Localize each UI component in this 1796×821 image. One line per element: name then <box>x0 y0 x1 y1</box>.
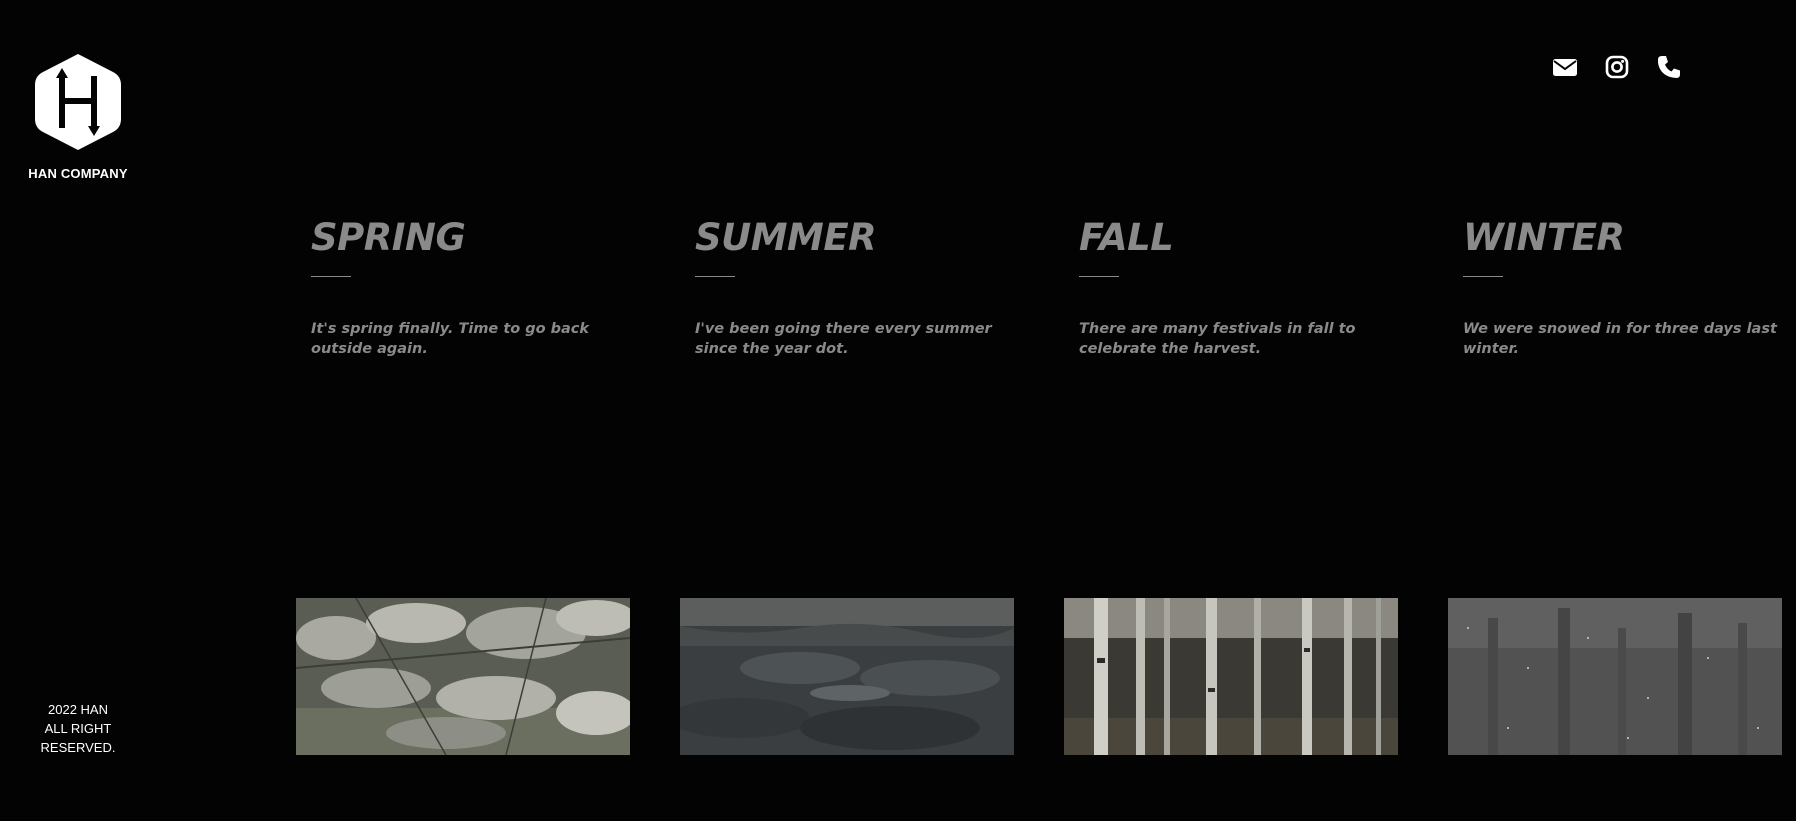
season-description: We were snowed in for three days last wi… <box>1463 321 1777 357</box>
season-divider <box>1079 276 1119 277</box>
winter-photo[interactable] <box>1448 598 1782 755</box>
season-spring: SPRING It's spring finally. Time to go b… <box>311 212 641 374</box>
phone-link[interactable] <box>1656 54 1682 80</box>
season-divider <box>311 276 351 277</box>
email-link[interactable] <box>1552 54 1578 80</box>
season-title: FALL <box>1079 216 1174 259</box>
season-winter: WINTER We were snowed in for three days … <box>1463 212 1793 374</box>
fall-photo[interactable] <box>1064 598 1398 755</box>
season-fall: FALL There are many festivals in fall to… <box>1079 212 1409 374</box>
spring-photo[interactable] <box>296 598 630 755</box>
spring-blossom-image <box>296 598 630 755</box>
phone-icon <box>1657 56 1680 78</box>
contact-icons <box>1552 54 1682 80</box>
season-description: There are many festivals in fall to cele… <box>1079 321 1356 357</box>
brand-name: HAN COMPANY <box>28 166 128 181</box>
summer-photo[interactable] <box>680 598 1014 755</box>
fall-forest-image <box>1064 598 1398 755</box>
season-description: It's spring finally. Time to go back out… <box>311 321 590 357</box>
brand-logo-icon <box>35 54 121 150</box>
copyright-line: RESERVED. <box>40 740 116 755</box>
season-divider <box>695 276 735 277</box>
summer-water-image <box>680 598 1014 755</box>
brand-logo-link[interactable]: HAN COMPANY <box>18 52 138 181</box>
instagram-link[interactable] <box>1604 54 1630 80</box>
page: HAN COMPANY 2022 HAN ALL RIGHT RESERVED. <box>0 0 1796 821</box>
season-title: WINTER <box>1463 216 1625 259</box>
envelope-icon <box>1553 59 1577 76</box>
copyright-text: 2022 HAN ALL RIGHT RESERVED. <box>18 700 138 757</box>
copyright-line: ALL RIGHT <box>44 721 112 736</box>
season-divider <box>1463 276 1503 277</box>
season-summer: SUMMER I've been going there every summe… <box>695 212 1025 374</box>
copyright-line: 2022 HAN <box>48 702 108 717</box>
season-title: SPRING <box>311 216 466 259</box>
season-title: SUMMER <box>695 216 877 259</box>
winter-snow-image <box>1448 598 1782 755</box>
instagram-icon <box>1605 55 1629 79</box>
season-description: I've been going there every summer since… <box>695 321 992 357</box>
